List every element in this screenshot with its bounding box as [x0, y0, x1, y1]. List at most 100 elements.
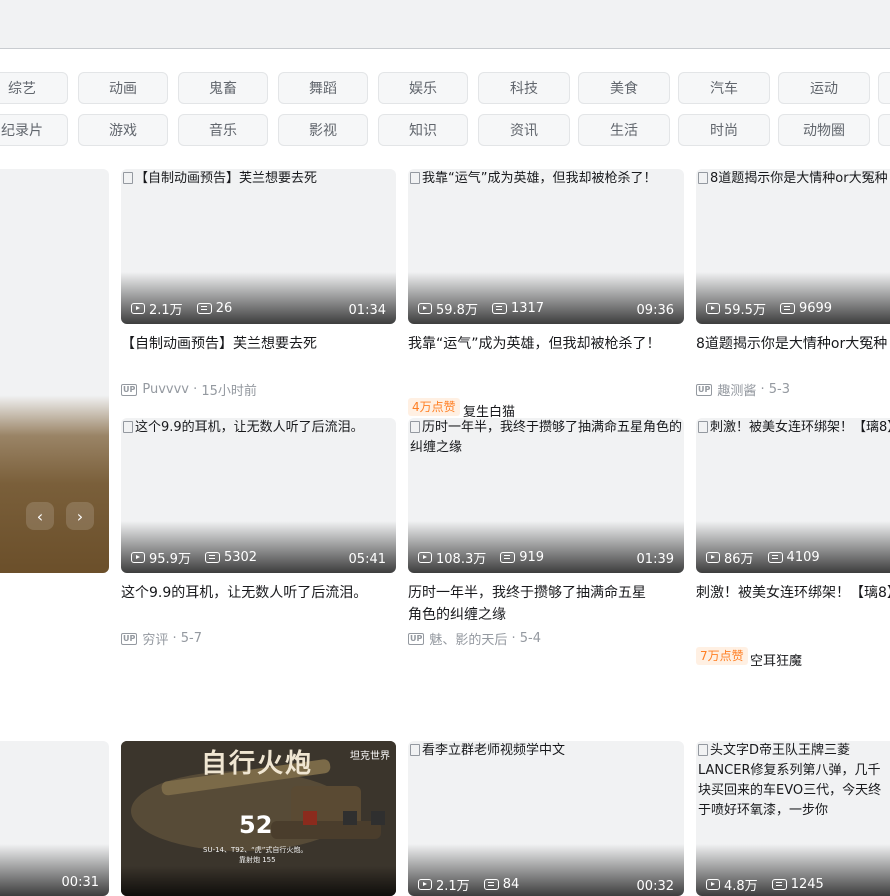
- carousel-banner[interactable]: ‹ ›: [0, 169, 109, 573]
- video-title[interactable]: 【自制动画预告】芙兰想要去死: [121, 333, 396, 355]
- uploader-name[interactable]: 穷评: [142, 629, 168, 648]
- video-meta: UP 魅、影的天后 · 5-4: [408, 629, 541, 648]
- thumbnail-alt-label: 历时一年半，我终于攒够了抽满命五星角色的纠缠之缘: [410, 420, 683, 455]
- broken-image-icon: [410, 744, 420, 756]
- chip-label: 时尚: [710, 123, 738, 139]
- chip-label: 娱乐: [409, 81, 437, 97]
- broken-image-icon: [410, 421, 420, 433]
- category-chip-game[interactable]: 游戏: [78, 114, 168, 146]
- play-count: 86万: [724, 552, 754, 567]
- danmaku-icon: [767, 552, 783, 563]
- video-thumbnail[interactable]: 刺激！被美女连环绑架！【璃8】 86万 4109: [696, 418, 890, 573]
- video-thumbnail[interactable]: 历时一年半，我终于攒够了抽满命五星角色的纠缠之缘 108.3万 919 01:3…: [408, 418, 684, 573]
- category-chip-tech[interactable]: 科技: [478, 72, 570, 104]
- chevron-left-icon[interactable]: ‹: [26, 502, 54, 530]
- category-chip-animation[interactable]: 动画: [78, 72, 168, 104]
- thumbnail-alt-label: 刺激！被美女连环绑架！【璃8】: [710, 420, 890, 435]
- upload-date: 5-3: [768, 382, 791, 397]
- chip-label: 舞蹈: [309, 81, 337, 97]
- video-thumbnail[interactable]: 00:31: [0, 741, 109, 896]
- thumbnail-alt-label: 我靠“运气”成为英雄，但我却被枪杀了！: [422, 171, 657, 186]
- thumbnail-alt-text: 刺激！被美女连环绑架！【璃8】: [696, 418, 890, 438]
- thumbnail-alt-text: 这个9.9的耳机，让无数人听了后流泪。: [121, 418, 396, 438]
- category-chip-more[interactable]: [878, 72, 890, 104]
- uploader-name[interactable]: Puvvvv: [142, 382, 189, 397]
- uploader-icon: UP: [121, 632, 138, 645]
- thumbnail-alt-label: 这个9.9的耳机，让无数人听了后流泪。: [135, 420, 364, 435]
- chip-label: 影视: [309, 123, 337, 139]
- uploader-name[interactable]: 趣测酱: [717, 380, 756, 399]
- category-chip-news[interactable]: 资讯: [478, 114, 570, 146]
- play-count: 59.5万: [724, 303, 766, 318]
- danmaku-icon: [771, 879, 787, 890]
- thumbnail-alt-text: 头文字D帝王队王牌三菱LANCER修复系列第八弹，几千块买回来的车EVO三代，今…: [696, 741, 890, 821]
- chip-label: 运动: [810, 81, 838, 97]
- thumbnail-alt-text: 看李立群老师视频学中文: [408, 741, 684, 761]
- video-thumbnail[interactable]: 这个9.9的耳机，让无数人听了后流泪。 95.9万 5302 05:41: [121, 418, 396, 573]
- category-chip-more-2[interactable]: [878, 114, 890, 146]
- video-thumbnail[interactable]: 自行火炮 坦克世界 52 SU-14、T92、“虎”式自行火炮。 靠射炮 155: [121, 741, 396, 896]
- danmaku-icon: [779, 303, 795, 314]
- broken-image-icon: [123, 172, 133, 184]
- play-count-icon: [418, 879, 432, 890]
- category-chip-film[interactable]: 影视: [278, 114, 368, 146]
- video-stats: 4.8万 1245: [706, 875, 838, 894]
- thumbnail-alt-label: 看李立群老师视频学中文: [422, 743, 566, 758]
- uploader-name[interactable]: 空耳狂魔: [750, 650, 802, 669]
- play-count-icon: [131, 552, 145, 563]
- likes-badge: 7万点赞: [696, 647, 748, 665]
- category-chip-knowledge[interactable]: 知识: [378, 114, 468, 146]
- category-chip-kichiku[interactable]: 鬼畜: [178, 72, 268, 104]
- play-count-icon: [418, 552, 432, 563]
- category-chip-animals[interactable]: 动物圈: [778, 114, 870, 146]
- video-title[interactable]: 历时一年半，我终于攒够了抽满命五星角色的纠缠之缘: [408, 582, 658, 626]
- video-thumbnail[interactable]: 8道题揭示你是大情种or大冤种 59.5万 9699: [696, 169, 890, 324]
- likes-badge: 4万点赞: [408, 398, 460, 416]
- category-chip-life[interactable]: 生活: [578, 114, 670, 146]
- poster-subtitle: SU-14、T92、“虎”式自行火炮。: [203, 846, 308, 854]
- category-chip-car[interactable]: 汽车: [678, 72, 770, 104]
- uploader-icon: UP: [121, 383, 138, 396]
- play-count: 95.9万: [149, 552, 191, 567]
- upload-date: 5-7: [180, 631, 203, 646]
- category-chip-fashion[interactable]: 时尚: [678, 114, 770, 146]
- chip-label: 动物圈: [803, 123, 845, 139]
- play-count-icon: [706, 552, 720, 563]
- chip-label: 纪录片: [1, 123, 43, 139]
- category-chip-entertainment[interactable]: 娱乐: [378, 72, 468, 104]
- thumbnail-alt-text: 历时一年半，我终于攒够了抽满命五星角色的纠缠之缘: [408, 418, 684, 458]
- category-chip-documentary[interactable]: 纪录片: [0, 114, 68, 146]
- category-chip-variety[interactable]: 综艺: [0, 72, 68, 104]
- video-title[interactable]: 我靠“运气”成为英雄，但我却被枪杀了！: [408, 333, 670, 355]
- video-title[interactable]: 刺激！被美女连环绑架！【璃8】: [696, 582, 890, 604]
- category-chip-music[interactable]: 音乐: [178, 114, 268, 146]
- thumbnail-alt-text: 我靠“运气”成为英雄，但我却被枪杀了！: [408, 169, 684, 189]
- category-chip-sports[interactable]: 运动: [778, 72, 870, 104]
- chevron-right-icon[interactable]: ›: [66, 502, 94, 530]
- chip-label: 资讯: [510, 123, 538, 139]
- video-stats: 2.1万 26: [131, 299, 246, 318]
- play-count: 2.1万: [436, 879, 470, 894]
- carousel-next-glyph: ›: [76, 506, 84, 526]
- video-title[interactable]: 8道题揭示你是大情种or大冤种: [696, 333, 890, 355]
- danmaku-count: 4109: [786, 550, 820, 565]
- video-duration: 01:34: [348, 303, 386, 318]
- category-chip-food[interactable]: 美食: [578, 72, 670, 104]
- video-title[interactable]: 这个9.9的耳机，让无数人听了后流泪。: [121, 582, 383, 604]
- video-stats: 108.3万 919: [418, 548, 558, 567]
- danmaku-icon: [491, 303, 507, 314]
- danmaku-count: 919: [519, 550, 545, 565]
- video-thumbnail[interactable]: 头文字D帝王队王牌三菱LANCER修复系列第八弹，几千块买回来的车EVO三代，今…: [696, 741, 890, 896]
- uploader-name[interactable]: 魅、影的天后: [429, 629, 507, 648]
- upload-date: 15小时前: [201, 384, 257, 399]
- category-chip-dance[interactable]: 舞蹈: [278, 72, 368, 104]
- search-header-bar: [0, 0, 890, 49]
- video-stats: 2.1万 84: [418, 875, 533, 894]
- video-thumbnail[interactable]: 我靠“运气”成为英雄，但我却被枪杀了！ 59.8万 1317 09:36: [408, 169, 684, 324]
- chip-label: 音乐: [209, 123, 237, 139]
- meta-separator: ·: [188, 382, 202, 397]
- play-count-icon: [706, 303, 720, 314]
- video-thumbnail[interactable]: 看李立群老师视频学中文 2.1万 84 00:32: [408, 741, 684, 896]
- video-thumbnail[interactable]: 【自制动画预告】芙兰想要去死 2.1万 26 01:34: [121, 169, 396, 324]
- thumbnail-alt-text: 8道题揭示你是大情种or大冤种: [696, 169, 890, 189]
